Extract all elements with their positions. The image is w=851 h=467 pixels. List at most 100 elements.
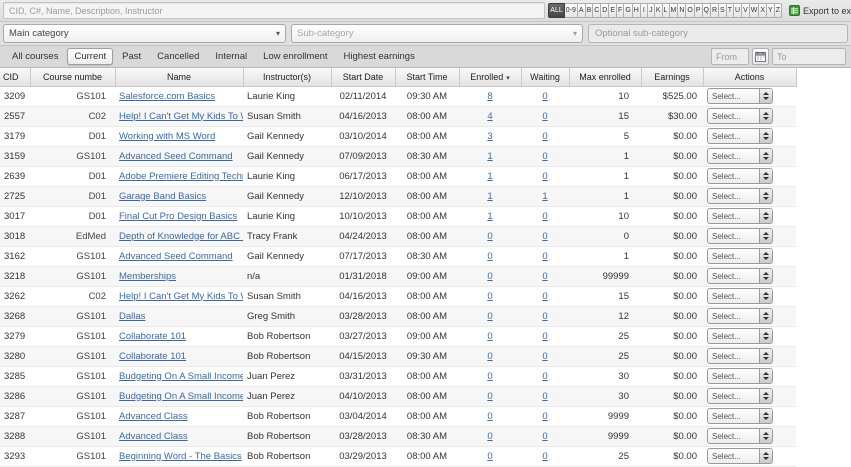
waiting-count-link[interactable]: 0 — [542, 311, 547, 322]
waiting-count-link[interactable]: 0 — [542, 431, 547, 442]
action-select[interactable]: Select... — [707, 228, 773, 244]
tab-past[interactable]: Past — [115, 48, 148, 65]
waiting-count-link[interactable]: 0 — [542, 291, 547, 302]
column-header-cid[interactable]: CID — [0, 68, 30, 86]
course-name-link[interactable]: Advanced Class — [119, 411, 188, 422]
waiting-count-link[interactable]: 0 — [542, 271, 547, 282]
action-select[interactable]: Select... — [707, 368, 773, 384]
enrolled-count-link[interactable]: 1 — [487, 191, 492, 202]
to-date-input[interactable] — [772, 48, 846, 65]
waiting-count-link[interactable]: 0 — [542, 151, 547, 162]
sub-category-select[interactable]: Sub-category ▾ — [291, 24, 583, 43]
action-select[interactable]: Select... — [707, 168, 773, 184]
tab-all-courses[interactable]: All courses — [5, 48, 65, 65]
waiting-count-link[interactable]: 0 — [542, 411, 547, 422]
course-name-link[interactable]: Garage Band Basics — [119, 191, 206, 202]
calendar-icon[interactable] — [752, 48, 769, 65]
course-name-link[interactable]: Depth of Knowledge for ABC Company — [119, 231, 243, 242]
action-select[interactable]: Select... — [707, 408, 773, 424]
column-header-course-number[interactable]: Course numbe — [30, 68, 115, 86]
waiting-count-link[interactable]: 0 — [542, 231, 547, 242]
tab-low-enrollment[interactable]: Low enrollment — [256, 48, 334, 65]
enrolled-count-link[interactable]: 0 — [487, 431, 492, 442]
enrolled-count-link[interactable]: 1 — [487, 211, 492, 222]
enrolled-count-link[interactable]: 1 — [487, 151, 492, 162]
tab-current[interactable]: Current — [67, 48, 113, 65]
waiting-count-link[interactable]: 0 — [542, 131, 547, 142]
enrolled-count-link[interactable]: 0 — [487, 451, 492, 462]
waiting-count-link[interactable]: 0 — [542, 251, 547, 262]
course-name-link[interactable]: Advanced Class — [119, 431, 188, 442]
column-header-name[interactable]: Name — [115, 68, 243, 86]
main-category-select[interactable]: Main category ▾ — [3, 24, 286, 43]
column-header-waiting[interactable]: Waiting — [521, 68, 569, 86]
course-name-link[interactable]: Advanced Seed Command — [119, 151, 233, 162]
action-select[interactable]: Select... — [707, 388, 773, 404]
course-name-link[interactable]: Budgeting On A Small Income — [119, 371, 243, 382]
action-select[interactable]: Select... — [707, 108, 773, 124]
optional-sub-category-input[interactable] — [588, 24, 848, 43]
waiting-count-link[interactable]: 0 — [542, 171, 547, 182]
action-select[interactable]: Select... — [707, 148, 773, 164]
enrolled-count-link[interactable]: 0 — [487, 391, 492, 402]
waiting-count-link[interactable]: 0 — [542, 351, 547, 362]
action-select[interactable]: Select... — [707, 328, 773, 344]
action-select[interactable]: Select... — [707, 428, 773, 444]
waiting-count-link[interactable]: 0 — [542, 211, 547, 222]
waiting-count-link[interactable]: 0 — [542, 391, 547, 402]
tab-internal[interactable]: Internal — [208, 48, 254, 65]
course-name-link[interactable]: Advanced Seed Command — [119, 251, 233, 262]
action-select[interactable]: Select... — [707, 208, 773, 224]
action-select[interactable]: Select... — [707, 288, 773, 304]
column-header-max-enrolled[interactable]: Max enrolled — [569, 68, 641, 86]
column-header-start-date[interactable]: Start Date — [331, 68, 395, 86]
action-select[interactable]: Select... — [707, 348, 773, 364]
column-header-earnings[interactable]: Earnings — [641, 68, 703, 86]
course-name-link[interactable]: Dallas — [119, 311, 145, 322]
enrolled-count-link[interactable]: 0 — [487, 271, 492, 282]
waiting-count-link[interactable]: 1 — [542, 191, 547, 202]
waiting-count-link[interactable]: 0 — [542, 111, 547, 122]
action-select[interactable]: Select... — [707, 248, 773, 264]
course-name-link[interactable]: Help! I Can't Get My Kids To Write! — [119, 291, 243, 302]
enrolled-count-link[interactable]: 0 — [487, 251, 492, 262]
course-name-link[interactable]: Adobe Premiere Editing Techniques — [119, 171, 243, 182]
alpha-filter-z[interactable]: Z — [774, 3, 782, 18]
enrolled-count-link[interactable]: 0 — [487, 371, 492, 382]
course-name-link[interactable]: Final Cut Pro Design Basics — [119, 211, 237, 222]
tab-cancelled[interactable]: Cancelled — [150, 48, 206, 65]
enrolled-count-link[interactable]: 8 — [487, 91, 492, 102]
course-name-link[interactable]: Salesforce.com Basics — [119, 91, 215, 102]
enrolled-count-link[interactable]: 3 — [487, 131, 492, 142]
waiting-count-link[interactable]: 0 — [542, 331, 547, 342]
search-input[interactable] — [3, 2, 545, 19]
column-header-instructors[interactable]: Instructor(s) — [243, 68, 331, 86]
course-name-link[interactable]: Working with MS Word — [119, 131, 215, 142]
waiting-count-link[interactable]: 0 — [542, 91, 547, 102]
action-select[interactable]: Select... — [707, 268, 773, 284]
enrolled-count-link[interactable]: 0 — [487, 291, 492, 302]
waiting-count-link[interactable]: 0 — [542, 371, 547, 382]
enrolled-count-link[interactable]: 0 — [487, 331, 492, 342]
enrolled-count-link[interactable]: 0 — [487, 411, 492, 422]
course-name-link[interactable]: Collaborate 101 — [119, 351, 186, 362]
tab-highest-earnings[interactable]: Highest earnings — [337, 48, 422, 65]
course-name-link[interactable]: Budgeting On A Small Income — [119, 391, 243, 402]
action-select[interactable]: Select... — [707, 188, 773, 204]
enrolled-count-link[interactable]: 1 — [487, 171, 492, 182]
alpha-filter-0-9[interactable]: 0-9 — [564, 3, 578, 18]
enrolled-count-link[interactable]: 4 — [487, 111, 492, 122]
enrolled-count-link[interactable]: 0 — [487, 351, 492, 362]
column-header-start-time[interactable]: Start Time — [395, 68, 459, 86]
from-date-input[interactable] — [711, 48, 749, 65]
action-select[interactable]: Select... — [707, 308, 773, 324]
export-button[interactable]: Export to ex — [785, 5, 851, 16]
action-select[interactable]: Select... — [707, 448, 773, 464]
action-select[interactable]: Select... — [707, 88, 773, 104]
course-name-link[interactable]: Memberships — [119, 271, 176, 282]
course-name-link[interactable]: Collaborate 101 — [119, 331, 186, 342]
course-name-link[interactable]: Beginning Word - The Basics — [119, 451, 242, 462]
alpha-filter-all[interactable]: ALL — [548, 3, 564, 18]
enrolled-count-link[interactable]: 0 — [487, 231, 492, 242]
course-name-link[interactable]: Help! I Can't Get My Kids To Write! — [119, 111, 243, 122]
